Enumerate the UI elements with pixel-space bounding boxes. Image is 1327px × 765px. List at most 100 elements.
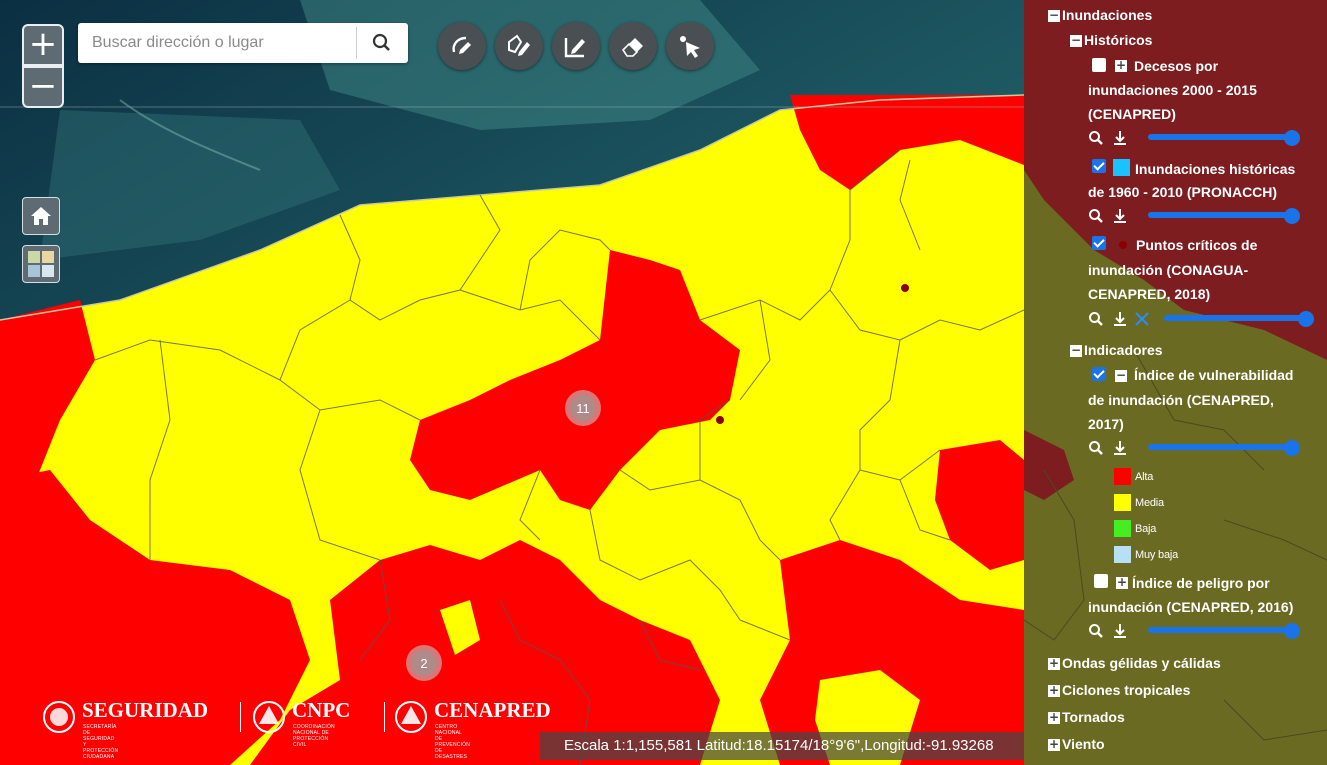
layer-historicas-checkbox[interactable] (1092, 159, 1106, 173)
edit-button[interactable] (552, 22, 600, 70)
cluster-count: 2 (420, 656, 427, 671)
layer-peligro-label-line1: Índice de peligro por (1132, 575, 1270, 591)
layer-puntos-label-line3: CENAPRED, 2018) (1088, 286, 1211, 302)
group-viento-label: Viento (1062, 736, 1105, 752)
cluster-toggle-icon[interactable] (1134, 311, 1150, 327)
legend-label-baja: Baja (1135, 523, 1157, 535)
group-historicos-label: Históricos (1084, 32, 1153, 48)
group-tornados[interactable]: + Tornados (1048, 709, 1125, 725)
legend-swatch-baja (1114, 520, 1131, 537)
layer-puntos-label-line1: Puntos críticos de (1136, 237, 1258, 253)
group-ondas[interactable]: + Ondas gélidas y cálidas (1048, 655, 1221, 671)
layer-opacity-slider[interactable] (1148, 440, 1300, 456)
logo-divider (240, 702, 241, 732)
download-icon[interactable] (1112, 311, 1128, 327)
layer-opacity-slider[interactable] (1148, 130, 1300, 146)
group-historicos[interactable]: − Históricos (1070, 32, 1152, 48)
cnpc-logo-text: CNPC (292, 698, 351, 722)
group-indicadores-label: Indicadores (1084, 342, 1163, 358)
search-input[interactable] (78, 23, 356, 63)
expand-icon[interactable]: + (1048, 684, 1060, 698)
layer-decesos-label-line1: Decesos por (1134, 58, 1219, 74)
draw-line-button[interactable] (438, 22, 486, 70)
collapse-icon[interactable]: − (1048, 9, 1060, 23)
draw-polygon-button[interactable] (495, 22, 543, 70)
legend-swatch-muy-baja (1114, 546, 1131, 563)
legend-label-muy-baja: Muy baja (1135, 549, 1179, 561)
group-inundaciones-label: Inundaciones (1062, 7, 1153, 23)
seguridad-logo-text: SEGURIDAD (82, 698, 209, 722)
expand-icon[interactable]: + (1048, 711, 1060, 725)
download-icon[interactable] (1112, 208, 1128, 224)
layer-opacity-slider[interactable] (1148, 623, 1300, 639)
group-ondas-label: Ondas gélidas y cálidas (1062, 655, 1221, 671)
draw-line-icon (452, 36, 471, 54)
collapse-icon[interactable]: − (1115, 369, 1127, 382)
seguridad-logo-subtext: SECRETARÍA DE SEGURIDAD Y PROTECCIÓN CIU… (83, 724, 119, 760)
layer-opacity-slider[interactable] (1164, 311, 1314, 327)
zoom-to-layer-icon[interactable] (1088, 130, 1104, 146)
layer-decesos-checkbox[interactable] (1092, 58, 1106, 72)
group-ciclones-label: Ciclones tropicales (1062, 682, 1191, 698)
layer-puntos-checkbox[interactable] (1092, 236, 1106, 250)
flood-point-marker[interactable] (716, 416, 724, 424)
seguridad-seal-logo (43, 701, 75, 733)
scale-coordinates-readout: Escala 1:1,155,581 Latitud:18.15174/18°9… (564, 737, 994, 754)
zoom-in-button[interactable]: + (22, 24, 64, 66)
cnpc-seal-logo (253, 701, 285, 733)
select-cursor-icon (680, 36, 700, 58)
cluster-marker[interactable]: 2 (406, 645, 442, 681)
cluster-marker[interactable]: 11 (565, 390, 601, 426)
collapse-icon[interactable]: − (1070, 34, 1082, 48)
group-tornados-label: Tornados (1062, 709, 1125, 725)
layer-vulnerabilidad-label-line2: de inundación (CENAPRED, (1088, 392, 1274, 408)
layer-puntos-label-line2: inundación (CONAGUA- (1088, 262, 1249, 278)
layer-vulnerabilidad-checkbox[interactable] (1092, 367, 1106, 381)
legend-label-media: Media (1135, 497, 1164, 509)
group-indicadores[interactable]: − Indicadores (1070, 342, 1163, 358)
search-button[interactable] (356, 27, 406, 59)
eraser-icon (621, 38, 643, 57)
download-icon[interactable] (1112, 440, 1128, 456)
expand-icon[interactable]: + (1115, 59, 1127, 72)
cenapred-logo-subtext: CENTRO NACIONAL DE PREVENCIÓN DE DESASTR… (435, 724, 471, 760)
zoom-to-layer-icon[interactable] (1088, 208, 1104, 224)
flood-point-marker[interactable] (901, 284, 909, 292)
layer-opacity-slider[interactable] (1148, 208, 1300, 224)
basemap-grid-icon (28, 251, 54, 277)
group-viento[interactable]: + Viento (1048, 736, 1105, 752)
expand-icon[interactable]: + (1048, 738, 1060, 752)
home-button[interactable] (22, 197, 60, 235)
cnpc-logo-subtext: COORDINACIÓN NACIONAL DE PROTECCIÓN CIVI… (293, 724, 335, 748)
layer-decesos-label-line2: inundaciones 2000 - 2015 (1088, 82, 1257, 98)
group-inundaciones[interactable]: − Inundaciones (1048, 7, 1152, 23)
zoom-out-button[interactable]: − (22, 66, 64, 108)
expand-icon[interactable]: + (1048, 657, 1060, 671)
legend-label-alta: Alta (1135, 471, 1154, 483)
layer-peligro-label-line2: inundación (CENAPRED, 2016) (1088, 599, 1294, 615)
edit-icon (564, 38, 585, 58)
layer-historicas-swatch (1113, 159, 1130, 176)
home-icon (31, 207, 51, 225)
collapse-icon[interactable]: − (1070, 344, 1082, 358)
download-icon[interactable] (1112, 130, 1128, 146)
eraser-button[interactable] (609, 22, 657, 70)
basemap-toggle-button[interactable] (22, 245, 60, 283)
search-icon (372, 33, 390, 51)
zoom-to-layer-icon[interactable] (1088, 311, 1104, 327)
logo-divider (384, 702, 385, 732)
zoom-to-layer-icon[interactable] (1088, 440, 1104, 456)
layer-vulnerabilidad-label-line1: Índice de vulnerabilidad (1134, 367, 1294, 383)
cenapred-logo-text: CENAPRED (434, 698, 551, 722)
zoom-to-layer-icon[interactable] (1088, 623, 1104, 639)
draw-polygon-icon (508, 34, 530, 56)
layer-peligro-checkbox[interactable] (1094, 574, 1108, 588)
download-icon[interactable] (1112, 623, 1128, 639)
legend-swatch-alta (1114, 468, 1131, 485)
group-ciclones[interactable]: + Ciclones tropicales (1048, 682, 1190, 698)
legend-swatch-media (1114, 494, 1131, 511)
cenapred-seal-logo (395, 701, 427, 733)
layer-historicas-label-line1: Inundaciones históricas (1135, 161, 1296, 177)
expand-icon[interactable]: + (1116, 576, 1128, 589)
select-cursor-button[interactable] (666, 22, 714, 70)
